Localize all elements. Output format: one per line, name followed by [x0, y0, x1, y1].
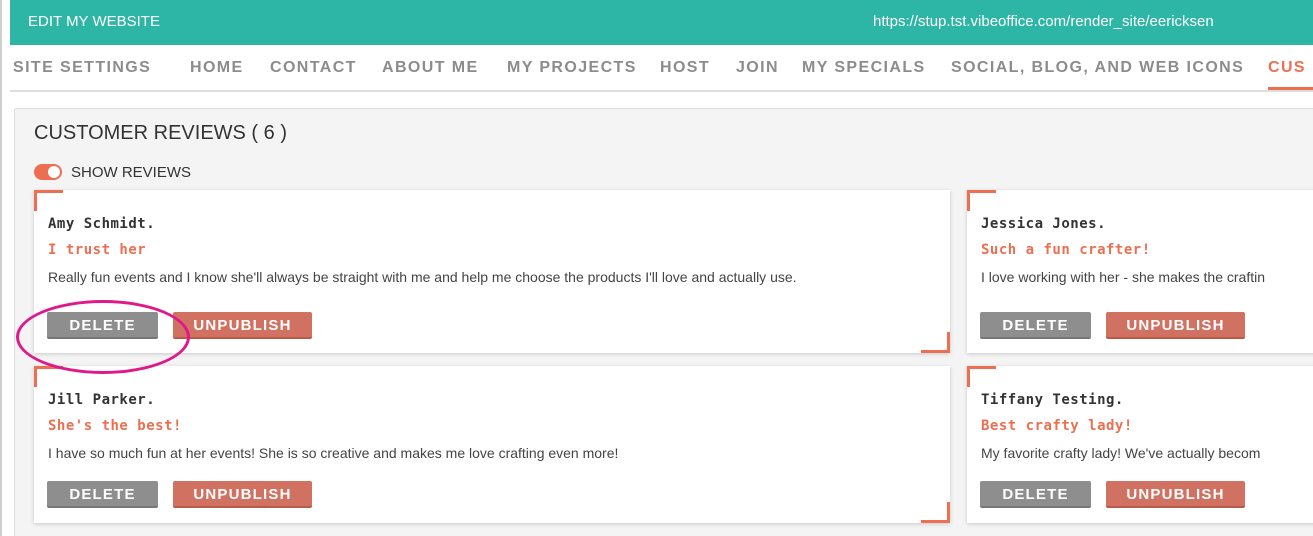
- nav-about-me[interactable]: ABOUT ME: [382, 59, 479, 77]
- nav-customer-reviews[interactable]: CUS: [1268, 59, 1306, 77]
- unpublish-button[interactable]: UNPUBLISH: [1106, 481, 1245, 508]
- toggle-knob: [48, 166, 60, 178]
- review-text: Really fun events and I know she'll alwa…: [48, 269, 797, 285]
- review-text: I have so much fun at her events! She is…: [48, 445, 619, 461]
- site-url-link[interactable]: https://stup.tst.vibeoffice.com/render_s…: [873, 13, 1214, 30]
- review-title: Such a fun crafter!: [981, 242, 1151, 258]
- show-reviews-toggle[interactable]: [34, 164, 62, 180]
- nav-join[interactable]: JOIN: [736, 59, 779, 77]
- delete-button[interactable]: DELETE: [47, 481, 158, 508]
- reviews-heading: CUSTOMER REVIEWS ( 6 ): [34, 122, 287, 144]
- section-nav: SITE SETTINGS HOME CONTACT ABOUT ME MY P…: [10, 48, 1313, 92]
- corner-accent: [34, 190, 63, 211]
- review-title: She's the best!: [48, 418, 182, 434]
- reviewer-name: Jill Parker.: [48, 392, 156, 408]
- active-tab-underline: [1268, 87, 1313, 90]
- corner-accent: [34, 366, 63, 387]
- nav-host[interactable]: HOST: [660, 59, 710, 77]
- nav-home[interactable]: HOME: [190, 59, 244, 77]
- reviewer-name: Jessica Jones.: [981, 216, 1107, 232]
- delete-button[interactable]: DELETE: [980, 481, 1091, 508]
- corner-accent: [967, 190, 996, 211]
- nav-my-specials[interactable]: MY SPECIALS: [802, 59, 926, 77]
- nav-my-projects[interactable]: MY PROJECTS: [507, 59, 637, 77]
- review-text: My favorite crafty lady! We've actually …: [981, 445, 1261, 461]
- reviewer-name: Tiffany Testing.: [981, 392, 1124, 408]
- review-card: Jill Parker. She's the best! I have so m…: [34, 366, 950, 523]
- top-bar: EDIT MY WEBSITE https://stup.tst.vibeoff…: [10, 0, 1313, 45]
- delete-button[interactable]: DELETE: [980, 312, 1091, 339]
- reviewer-name: Amy Schmidt.: [48, 216, 156, 232]
- review-card: Jessica Jones. Such a fun crafter! I lov…: [967, 190, 1313, 353]
- nav-contact[interactable]: CONTACT: [270, 59, 357, 77]
- review-title: I trust her: [48, 242, 147, 258]
- nav-social-blog-web-icons[interactable]: SOCIAL, BLOG, AND WEB ICONS: [951, 59, 1244, 77]
- review-text: I love working with her - she makes the …: [981, 269, 1266, 285]
- app-title: EDIT MY WEBSITE: [28, 13, 160, 30]
- review-card: Amy Schmidt. I trust her Really fun even…: [34, 190, 950, 353]
- show-reviews-label: SHOW REVIEWS: [71, 164, 192, 181]
- corner-accent: [967, 366, 996, 387]
- unpublish-button[interactable]: UNPUBLISH: [1106, 312, 1245, 339]
- review-title: Best crafty lady!: [981, 418, 1133, 434]
- unpublish-button[interactable]: UNPUBLISH: [173, 481, 312, 508]
- review-card: Tiffany Testing. Best crafty lady! My fa…: [967, 366, 1313, 523]
- app-frame: EDIT MY WEBSITE https://stup.tst.vibeoff…: [0, 0, 1313, 536]
- corner-accent: [921, 502, 950, 523]
- unpublish-button[interactable]: UNPUBLISH: [173, 312, 312, 339]
- nav-site-settings[interactable]: SITE SETTINGS: [13, 59, 151, 77]
- delete-button[interactable]: DELETE: [47, 312, 158, 339]
- corner-accent: [921, 332, 950, 353]
